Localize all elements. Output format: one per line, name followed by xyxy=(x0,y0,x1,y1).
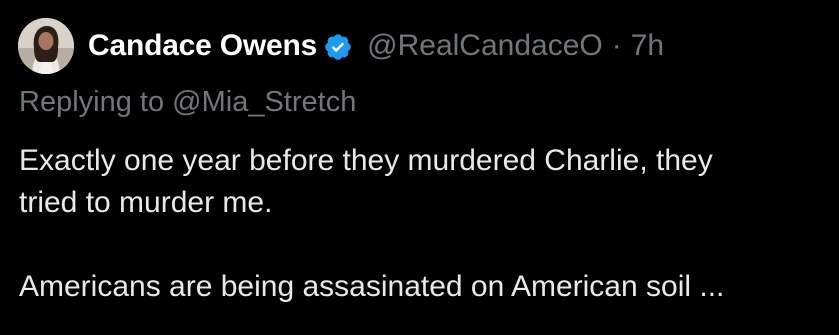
author-handle[interactable]: @RealCandaceO xyxy=(367,29,603,63)
verified-badge-icon[interactable] xyxy=(323,32,353,62)
author-display-name[interactable]: Candace Owens xyxy=(88,29,317,63)
avatar[interactable] xyxy=(18,18,74,74)
tweet-timestamp[interactable]: 7h xyxy=(631,29,664,63)
tweet-body: Exactly one year before they murdered Ch… xyxy=(19,140,834,308)
tweet-text-blank-line xyxy=(19,224,834,266)
tweet-text-line: Americans are being assasinated on Ameri… xyxy=(19,270,725,303)
reply-to-mention-link[interactable]: @Mia_Stretch xyxy=(172,86,356,118)
tweet-card[interactable]: Candace Owens @RealCandaceO · 7h Replyin… xyxy=(0,0,839,335)
replying-to-prefix: Replying to xyxy=(19,86,173,118)
tweet-text-line: tried to murder me. xyxy=(19,186,273,219)
avatar-image xyxy=(18,18,74,74)
tweet-text-line: Exactly one year before they murdered Ch… xyxy=(19,144,713,177)
replying-to-line: Replying to @Mia_Stretch xyxy=(19,86,356,119)
tweet-header: Candace Owens @RealCandaceO · 7h xyxy=(18,18,664,74)
header-separator: · xyxy=(611,29,622,62)
